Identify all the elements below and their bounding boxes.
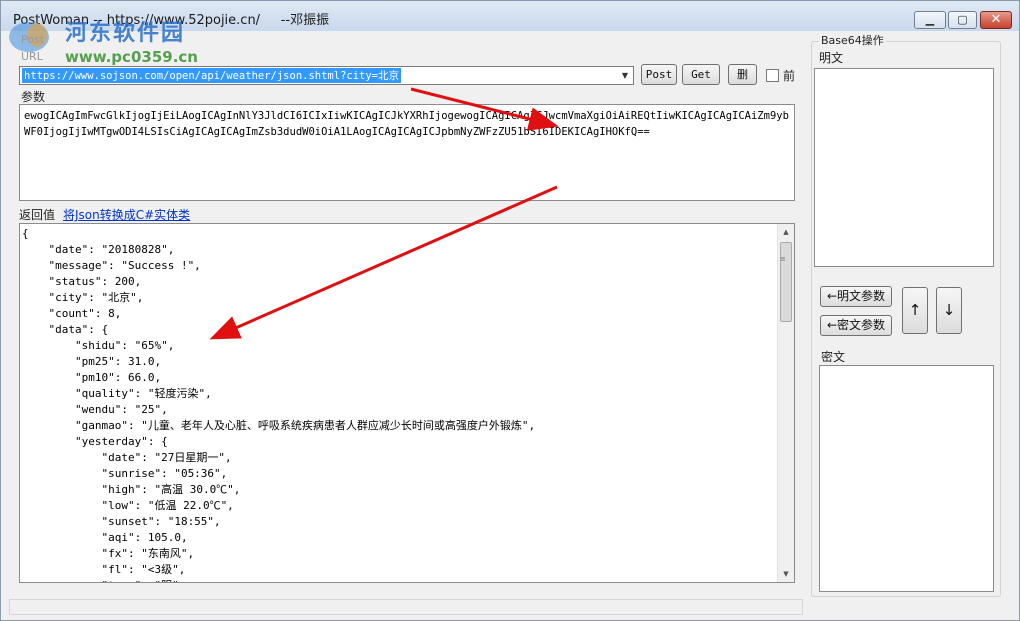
json-line: "sunrise": "05:36", bbox=[22, 467, 228, 480]
watermark-name: 河东软件园 bbox=[65, 21, 186, 46]
cipher-label: 密文 bbox=[821, 350, 846, 364]
json-line: "shidu": "65%", bbox=[22, 339, 175, 352]
cipher-textarea[interactable] bbox=[819, 365, 994, 592]
status-bar bbox=[9, 599, 803, 615]
maximize-button[interactable]: ▢ bbox=[948, 11, 977, 29]
cipher-param-button[interactable]: ←密文参数 bbox=[820, 315, 892, 336]
json-line: "quality": "轻度污染", bbox=[22, 387, 212, 400]
json-line: { bbox=[22, 227, 29, 240]
scroll-thumb[interactable] bbox=[780, 242, 792, 322]
json-line: "fx": "东南风", bbox=[22, 547, 195, 560]
json-line: "type": "阴", bbox=[22, 578, 774, 582]
json-line: "ganmao": "儿童、老年人及心脏、呼吸系统疾病患者人群应减少长时间或高强… bbox=[22, 419, 536, 432]
json-line: "count": 8, bbox=[22, 307, 122, 320]
scroll-down-icon[interactable]: ▼ bbox=[778, 566, 794, 582]
get-button[interactable]: Get bbox=[682, 64, 720, 85]
json-line: "data": { bbox=[22, 323, 109, 336]
response-scrollbar[interactable]: ▲ ≡ ▼ bbox=[777, 224, 794, 582]
json-line: "wendu": "25", bbox=[22, 403, 168, 416]
scroll-up-icon[interactable]: ▲ bbox=[778, 224, 794, 240]
url-combobox[interactable]: https://www.sojson.com/open/api/weather/… bbox=[19, 66, 634, 85]
url-label: URL bbox=[21, 50, 43, 63]
minimize-button[interactable]: ▁ bbox=[914, 11, 946, 29]
url-input[interactable]: https://www.sojson.com/open/api/weather/… bbox=[22, 68, 402, 83]
grip-icon: ≡ bbox=[780, 255, 786, 263]
minimize-icon: ▁ bbox=[925, 13, 935, 26]
plain-textarea[interactable] bbox=[814, 68, 994, 267]
convert-json-link[interactable]: 将Json转换成C#实体类 bbox=[63, 206, 190, 223]
delete-button[interactable]: 删 bbox=[728, 64, 757, 85]
maximize-icon: ▢ bbox=[957, 13, 968, 26]
plain-param-button[interactable]: ←明文参数 bbox=[820, 286, 892, 307]
front-checkbox[interactable] bbox=[766, 69, 779, 82]
json-line: "city": "北京", bbox=[22, 291, 144, 304]
json-line: "date": "27日星期一", bbox=[22, 451, 232, 464]
response-textarea[interactable]: { "date": "20180828", "message": "Succes… bbox=[19, 223, 795, 583]
app-window: PostWoman -- https://www.52pojie.cn/ --邓… bbox=[0, 0, 1020, 621]
json-line: "date": "20180828", bbox=[22, 243, 175, 256]
json-line: "message": "Success !", bbox=[22, 259, 201, 272]
close-icon: ✕ bbox=[990, 12, 1002, 27]
post-button[interactable]: Post bbox=[641, 64, 677, 85]
encode-up-button[interactable]: ↑ bbox=[902, 287, 928, 334]
json-line: "status": 200, bbox=[22, 275, 142, 288]
params-textarea[interactable]: ewogICAgImFwcGlkIjogIjEiLAogICAgInNlY3Jl… bbox=[19, 104, 795, 201]
decode-down-button[interactable]: ↓ bbox=[936, 287, 962, 334]
json-line: "pm10": 66.0, bbox=[22, 371, 162, 384]
plain-label: 明文 bbox=[819, 51, 844, 65]
json-line: "sunset": "18:55", bbox=[22, 515, 221, 528]
response-json: { "date": "20180828", "message": "Succes… bbox=[22, 226, 774, 582]
params-text: ewogICAgImFwcGlkIjogIjEiLAogICAgInNlY3Jl… bbox=[24, 110, 789, 138]
dropdown-arrow-icon[interactable]: ▼ bbox=[618, 68, 632, 83]
json-line: "yesterday": { bbox=[22, 435, 168, 448]
json-line: "low": "低温 22.0℃", bbox=[22, 499, 234, 512]
json-line: "pm25": 31.0, bbox=[22, 355, 162, 368]
front-label: 前 bbox=[783, 69, 796, 83]
post-label: Post bbox=[21, 33, 45, 46]
json-line: "high": "高温 30.0℃", bbox=[22, 483, 241, 496]
json-line: "aqi": 105.0, bbox=[22, 531, 188, 544]
close-button[interactable]: ✕ bbox=[980, 11, 1012, 29]
params-label: 参数 bbox=[21, 90, 46, 104]
json-line: "fl": "<3级", bbox=[22, 563, 186, 576]
base64-group-title: Base64操作 bbox=[819, 32, 886, 48]
watermark-url: www.pc0359.cn bbox=[65, 48, 198, 66]
response-label: 返回值 bbox=[19, 208, 56, 222]
